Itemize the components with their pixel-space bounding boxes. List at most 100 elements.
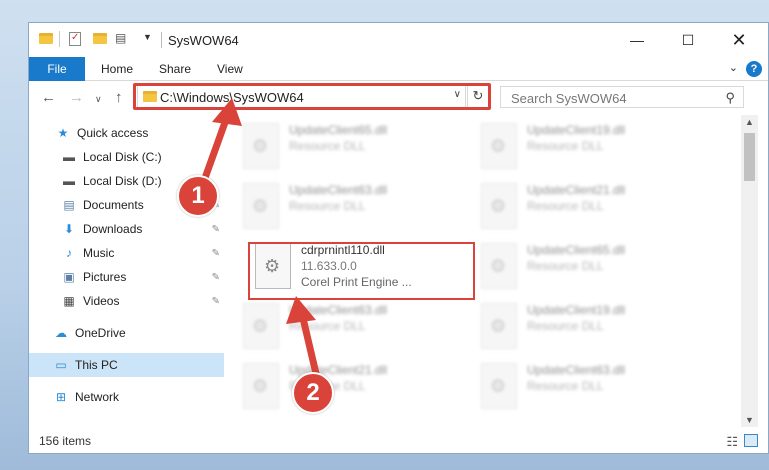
file-item[interactable]: UpdateClient21.dll Resource DLL [239,359,469,413]
tab-share[interactable]: Share [159,57,191,81]
nav-label: Local Disk (D:) [83,174,162,188]
file-item[interactable]: UpdateClient21.dll Resource DLL [477,179,707,233]
nav-label: Documents [83,198,144,212]
nav-label: Local Disk (C:) [83,150,162,164]
divider [59,31,60,47]
divider [161,32,162,48]
tab-view[interactable]: View [217,57,243,81]
explorer-window: ▤ ▼ SysWOW64 — ☐ ✕ File Home Share View … [28,22,769,454]
file-name: UpdateClient65.dll [289,123,388,137]
ribbon-tabs: File Home Share View ⌄ ? [29,57,768,81]
callout-badge-1: 1 [177,175,219,217]
title-bar: ▤ ▼ SysWOW64 — ☐ ✕ [29,23,768,57]
tab-file[interactable]: File [29,57,85,81]
file-type: Resource DLL [289,199,366,213]
back-arrow-icon[interactable]: ← [41,89,56,106]
recent-locations-icon[interactable]: ∨ [95,94,102,105]
file-item[interactable]: UpdateClient63.dll Resource DLL [477,359,707,413]
window-title: SysWOW64 [168,33,239,48]
nav-label: Downloads [83,222,143,236]
tiles-view-icon[interactable] [744,434,758,447]
search-icon: ⚲ [725,90,735,105]
file-type: Resource DLL [527,319,604,333]
music-icon: ♪ [66,246,72,260]
dll-file-icon [243,363,279,409]
file-name: UpdateClient63.dll [527,363,626,377]
pin-icon[interactable]: ✎ [212,296,220,307]
file-name: UpdateClient21.dll [527,183,626,197]
pin-icon[interactable]: ✎ [212,248,220,259]
pictures-icon: ▣ [63,270,75,284]
drive-icon: ▬ [63,150,75,164]
folder-icon [39,33,53,44]
nav-label: OneDrive [75,326,126,340]
search-placeholder[interactable]: Search SysWOW64 [511,91,627,106]
computer-icon: ▭ [55,358,67,372]
file-item[interactable]: UpdateClient19.dll Resource DLL [477,119,707,173]
nav-this-pc[interactable]: ▭ This PC [29,353,224,377]
dll-file-icon [481,303,517,349]
scroll-down-icon[interactable]: ▼ [745,415,754,425]
file-item[interactable]: UpdateClient65.dll Resource DLL [477,239,707,293]
chevron-down-icon[interactable]: ⌄ [729,61,738,74]
status-bar: 156 items ☷ [29,428,768,455]
drive-icon: ▬ [63,174,75,188]
pin-icon[interactable]: ✎ [212,224,220,235]
scroll-up-icon[interactable]: ▲ [745,117,754,127]
nav-label: Network [75,390,120,404]
minimize-button[interactable]: — [614,23,660,57]
file-name: UpdateClient65.dll [527,243,626,257]
tab-home[interactable]: Home [101,57,133,81]
dll-file-icon [481,123,517,169]
documents-icon: ▤ [63,198,75,212]
up-arrow-icon[interactable]: ↑ [115,89,123,106]
file-name: UpdateClient19.dll [527,303,626,317]
customize-toolbar-icon[interactable]: ▤ [115,31,126,45]
nav-onedrive[interactable]: ☁ OneDrive [29,321,224,345]
properties-icon[interactable] [69,32,81,46]
file-item[interactable]: UpdateClient65.dll Resource DLL [239,119,469,173]
file-type: Resource DLL [289,139,366,153]
download-icon: ⬇ [63,222,75,236]
dll-file-icon [481,243,517,289]
nav-label: This PC [75,358,118,372]
dll-file-icon [481,183,517,229]
file-item[interactable]: UpdateClient19.dll Resource DLL [477,299,707,353]
nav-videos[interactable]: ▦ Videos ✎ [29,289,224,313]
dll-file-icon [243,303,279,349]
help-icon[interactable]: ? [746,61,762,77]
forward-arrow-icon[interactable]: → [69,89,84,106]
nav-label: Quick access [77,126,149,140]
search-input[interactable]: Search SysWOW64 ⚲ [500,86,744,108]
pin-icon[interactable]: ✎ [212,272,220,283]
chevron-down-icon[interactable]: ▼ [143,32,152,42]
nav-label: Music [83,246,115,260]
file-type: Resource DLL [527,379,604,393]
vertical-scrollbar[interactable]: ▲ ▼ [741,115,758,427]
nav-label: Videos [83,294,120,308]
details-view-icon[interactable]: ☷ [726,434,738,450]
file-name: UpdateClient19.dll [527,123,626,137]
item-count: 156 items [39,434,92,448]
close-button[interactable]: ✕ [716,23,762,57]
nav-music[interactable]: ♪ Music ✎ [29,241,224,265]
new-folder-icon[interactable] [93,33,107,44]
nav-label: Pictures [83,270,127,284]
maximize-button[interactable]: ☐ [665,23,711,57]
callout-badge-2: 2 [292,372,334,414]
nav-network[interactable]: ⊞ Network [29,385,224,409]
dll-file-icon [481,363,517,409]
file-type: Resource DLL [527,199,604,213]
scroll-thumb[interactable] [744,133,755,181]
file-item[interactable]: UpdateClient63.dll Resource DLL [239,299,469,353]
nav-pictures[interactable]: ▣ Pictures ✎ [29,265,224,289]
cloud-icon: ☁ [55,326,67,340]
file-item[interactable]: UpdateClient63.dll Resource DLL [239,179,469,233]
file-type: Resource DLL [527,259,604,273]
file-type: Resource DLL [527,139,604,153]
network-icon: ⊞ [55,390,67,404]
file-name: UpdateClient63.dll [289,183,388,197]
star-icon: ★ [57,126,69,140]
videos-icon: ▦ [63,294,75,308]
nav-downloads[interactable]: ⬇ Downloads ✎ [29,217,224,241]
